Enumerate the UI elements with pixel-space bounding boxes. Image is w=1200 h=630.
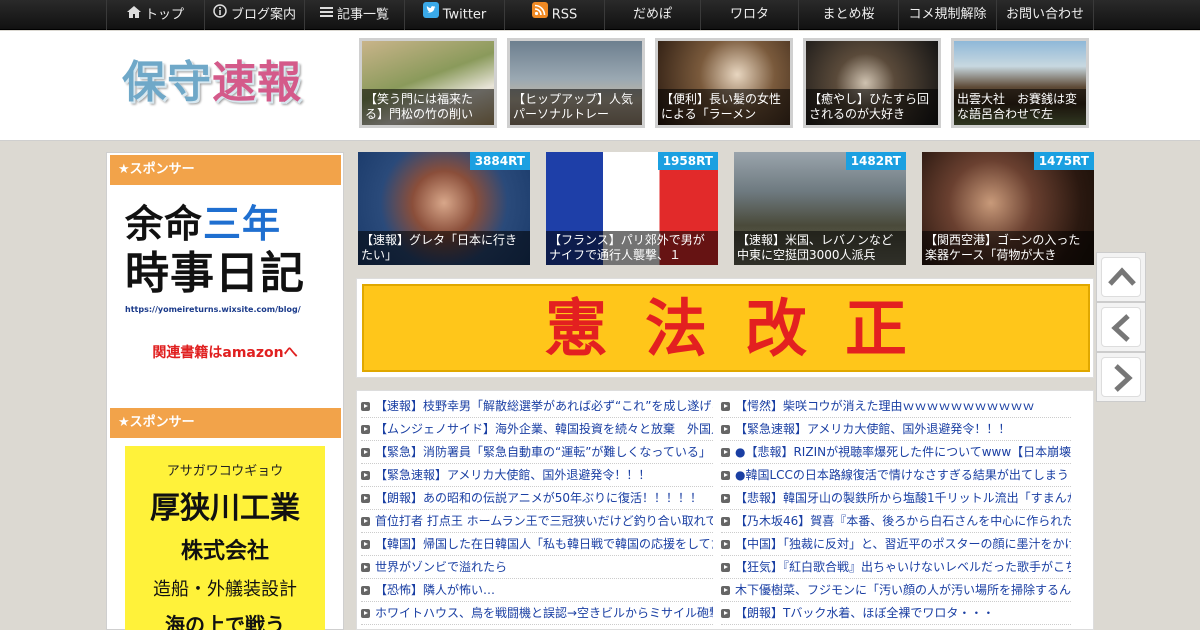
list-item[interactable]: 【乃木坂46】賀喜『本番、後ろから白石さんを中心に作られた円陣', [721, 510, 1071, 533]
chevron-up-icon [1108, 267, 1136, 286]
bullet-play-icon [721, 402, 730, 411]
bullet-play-icon [361, 471, 370, 480]
list-item[interactable]: ●韓国LCCの日本路線復活で情けなさすぎる結果が出てしまう [721, 464, 1071, 487]
bullet-play-icon [721, 540, 730, 549]
rt-card[interactable]: 3884RT 【速報】グレタ「日本に行きたい」 [358, 152, 530, 265]
list-item[interactable]: 【中国】「独裁に反対」と、習近平のポスターの顔に墨汁をかけた [721, 533, 1071, 556]
constitution-banner[interactable]: 憲法改正 [356, 278, 1094, 378]
next-button[interactable] [1096, 352, 1146, 402]
bullet-play-icon [721, 563, 730, 572]
article-link-list: 【速報】枝野幸男「解散総選挙があれば必ず“これ”を成し遂げる」 【ムンジェノサイ… [356, 390, 1094, 630]
nav-item-damepo[interactable]: だめぽ [604, 0, 700, 30]
list-item[interactable]: 【愕然】柴咲コウが消えた理由ｗｗｗｗｗｗｗｗｗｗｗ [721, 395, 1071, 418]
prev-button[interactable] [1096, 302, 1146, 352]
list-item[interactable]: 木下優樹菜、フジモンに「汚い顔の人が汚い場所を掃除するんだ [721, 579, 1071, 602]
header-thumb[interactable]: 【笑う門には福来たる】門松の竹の削い [359, 38, 497, 128]
bullet-play-icon [721, 425, 730, 434]
nav-item-twitter[interactable]: Twitter [404, 0, 504, 30]
rss-icon [531, 0, 548, 30]
bullet-play-icon [361, 425, 370, 434]
bullet-play-icon [361, 402, 370, 411]
nav-item-matome-sakura[interactable]: まとめ桜 [798, 0, 898, 30]
nav-item-warota[interactable]: ワロタ [700, 0, 798, 30]
rt-card[interactable]: 1958RT 【フランス】パリ郊外で男がナイフで通行人襲撃、１ [546, 152, 718, 265]
site-logo[interactable]: 保守速報 [122, 53, 322, 113]
list-item[interactable]: 【恐怖】隣人が怖い… [361, 579, 713, 602]
home-icon [126, 0, 141, 30]
list-item[interactable]: 【悲報】韓国牙山の製鉄所から塩酸1千リットル流出「すまんかった」 [721, 487, 1071, 510]
list-item[interactable]: 【朗報】Tバック水着、ほぼ全裸でワロタ・・・ [721, 602, 1071, 625]
header-thumb[interactable]: 【癒やし】ひたすら回されるのが大好き [803, 38, 941, 128]
list-item[interactable]: 【ムンジェノサイド】海外企業、韓国投資を続々と放棄 外国人投資 [361, 418, 713, 441]
list-item[interactable]: 【緊急】消防署員「緊急自動車の“運転”が難しくなっている」 [361, 441, 713, 464]
bullet-play-icon [721, 471, 730, 480]
header-thumb[interactable]: 【ヒップアップ】人気パーソナルトレー [507, 38, 645, 128]
bullet-play-icon [361, 563, 370, 572]
bullet-play-icon [721, 448, 730, 457]
bullet-play-icon [361, 540, 370, 549]
list-item[interactable]: 【韓国】帰国した在日韓国人「私も韓日戦で韓国の応援をしてたけど [361, 533, 713, 556]
list-item[interactable]: 世界がゾンビで溢れたら [361, 556, 713, 579]
chevron-left-icon [1111, 314, 1130, 342]
nav-item-comment-unblock[interactable]: コメ規制解除 [898, 0, 996, 30]
banner-text: 憲法改正 [362, 284, 1090, 372]
nav-item-blog-guide[interactable]: ブログ案内 [204, 0, 304, 30]
header-thumb[interactable]: 出雲大社 お賽銭は変な語呂合わせで左 [951, 38, 1089, 128]
nav-item-contact[interactable]: お問い合わせ [996, 0, 1094, 30]
chevron-right-icon [1114, 364, 1133, 392]
nav-item-article-list[interactable]: 記事一覧 [304, 0, 404, 30]
sponsor-ad-yomei[interactable]: 余命三年 時事日記 https://yomeireturns.wixsite.c… [125, 201, 325, 391]
nav-item-top[interactable]: トップ [106, 0, 204, 30]
twitter-icon [422, 0, 439, 30]
bullet-play-icon [361, 517, 370, 526]
scroll-top-button[interactable] [1096, 252, 1146, 302]
list-item[interactable]: 【緊急速報】アメリカ大使館、国外退避発令！！！ [361, 464, 713, 487]
list-item[interactable]: 【緊急速報】アメリカ大使館、国外退避発令！！！ [721, 418, 1071, 441]
site-header: 保守速報 【笑う門には福来たる】門松の竹の削い 【ヒップアップ】人気パーソナルト… [0, 31, 1200, 141]
sidebar: ★スポンサー 余命三年 時事日記 https://yomeireturns.wi… [106, 152, 344, 630]
bullet-play-icon [361, 448, 370, 457]
rt-card[interactable]: 1482RT 【速報】米国、レバノンなど中東に空挺団3000人派兵 [734, 152, 906, 265]
bullet-play-icon [721, 586, 730, 595]
header-thumb[interactable]: 【便利】長い髪の女性による「ラーメン [655, 38, 793, 128]
list-item[interactable]: ホワイトハウス、鳥を戦闘機と誤認→空きビルからミサイル砲撃 [361, 602, 713, 625]
sponsor-title: ★スポンサー [110, 408, 341, 438]
bullet-play-icon [361, 609, 370, 618]
bullet-play-icon [721, 609, 730, 618]
list-item[interactable]: 【狂気】『紅白歌合戦』出ちゃいけないレベルだった歌手がこちら [721, 556, 1071, 579]
nav-item-rss[interactable]: RSS [504, 0, 604, 30]
bullet-play-icon [721, 494, 730, 503]
sponsor-title: ★スポンサー [110, 155, 341, 185]
sponsor-ad-asagawa[interactable]: アサガワコウギョウ 厚狭川工業 株式会社 造船・外艤装設計 海の上で戦う [125, 446, 325, 630]
list-item[interactable]: 【速報】枝野幸男「解散総選挙があれば必ず“これ”を成し遂げる」 [361, 395, 713, 418]
list-item[interactable]: 首位打者 打点王 ホームラン王で三冠狭いだけど釣り合い取れてない [361, 510, 713, 533]
list-icon [319, 0, 333, 30]
top-nav: トップ ブログ案内 記事一覧 Twitter RSS だめぽ ワロタ まとめ桜 … [0, 0, 1200, 30]
bullet-play-icon [361, 494, 370, 503]
list-item[interactable]: 【朗報】あの昭和の伝説アニメが50年ぶりに復活！！！！！ [361, 487, 713, 510]
info-icon [213, 0, 227, 30]
rt-card[interactable]: 1475RT 【関西空港】ゴーンの入った楽器ケース「荷物が大き [922, 152, 1094, 265]
bullet-play-icon [361, 586, 370, 595]
list-item[interactable]: ●【悲報】RIZINが視聴率爆死した件についてwww【日本崩壊】 [721, 441, 1071, 464]
bullet-play-icon [721, 517, 730, 526]
